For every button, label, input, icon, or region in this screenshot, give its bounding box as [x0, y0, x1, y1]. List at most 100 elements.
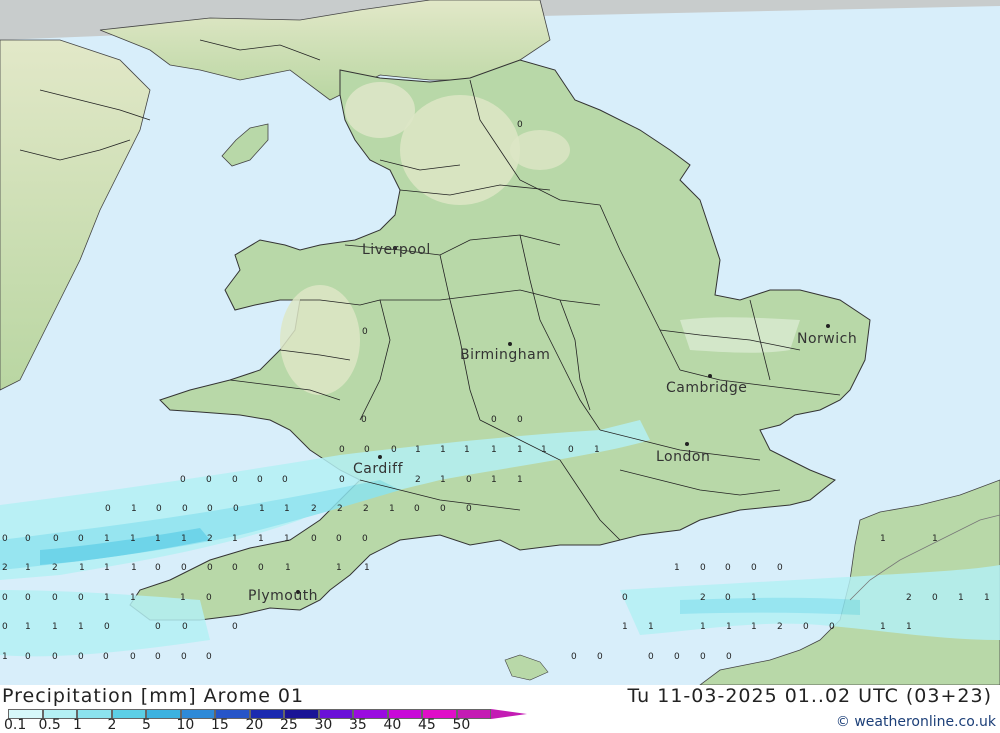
precip-value: 2	[906, 593, 912, 603]
precip-value: 0	[105, 504, 111, 514]
precip-value: 0	[182, 504, 188, 514]
precip-value: 0	[440, 504, 446, 514]
precip-value: 1	[79, 563, 85, 573]
precip-value: 2	[311, 504, 317, 514]
precip-value: 2	[52, 563, 58, 573]
precip-value: 0	[181, 652, 187, 662]
precip-value: 1	[52, 622, 58, 632]
legend-label: 25	[280, 717, 298, 733]
city-dot-norwich	[826, 324, 830, 328]
precip-value: 1	[491, 475, 497, 485]
precip-value: 2	[363, 504, 369, 514]
precip-value: 2	[2, 563, 8, 573]
precip-value: 1	[674, 563, 680, 573]
precip-value: 0	[517, 120, 523, 130]
legend-arrow	[491, 709, 527, 719]
legend-label: 35	[349, 717, 367, 733]
precip-value: 0	[362, 327, 368, 337]
precip-value: 1	[440, 475, 446, 485]
precip-value: 1	[984, 593, 990, 603]
city-label-norwich: Norwich	[797, 331, 858, 347]
legend-swatch	[146, 709, 181, 719]
precip-value: 1	[464, 445, 470, 455]
precip-value: 1	[491, 445, 497, 455]
precip-value: 1	[131, 504, 137, 514]
precip-value: 1	[258, 534, 264, 544]
city-label-birmingham: Birmingham	[460, 347, 551, 363]
precip-value: 0	[52, 593, 58, 603]
precip-value: 2	[777, 622, 783, 632]
legend-label: 0.1	[4, 717, 27, 733]
precip-value: 0	[725, 593, 731, 603]
precip-value: 1	[389, 504, 395, 514]
precip-value: 0	[571, 652, 577, 662]
precip-value: 1	[104, 534, 110, 544]
city-label-london: London	[656, 449, 711, 465]
precip-value: 0	[2, 593, 8, 603]
precip-value: 0	[180, 475, 186, 485]
precip-value: 1	[415, 445, 421, 455]
legend-label: 45	[418, 717, 436, 733]
city-dot-cambridge	[708, 374, 712, 378]
precip-value: 0	[777, 563, 783, 573]
precip-value: 0	[700, 563, 706, 573]
precip-value: 1	[104, 593, 110, 603]
map-title: Precipitation [mm] Arome 01	[2, 685, 305, 707]
precip-value: 1	[517, 445, 523, 455]
legend-label: 40	[383, 717, 402, 733]
precip-value: 0	[311, 534, 317, 544]
precip-value: 1	[880, 622, 886, 632]
city-dot-cardiff	[378, 455, 382, 459]
legend-label: 5	[142, 717, 151, 733]
precip-value: 1	[25, 563, 31, 573]
precip-value: 0	[206, 652, 212, 662]
city-label-liverpool: Liverpool	[362, 242, 431, 258]
precip-value: 1	[751, 593, 757, 603]
precip-value: 1	[180, 593, 186, 603]
precip-value: 0	[803, 622, 809, 632]
precip-value: 0	[207, 504, 213, 514]
precip-value: 1	[285, 563, 291, 573]
precip-value: 0	[339, 475, 345, 485]
precip-value: 1	[700, 622, 706, 632]
precipitation-map[interactable]: 0 0 0 0 0 0 0 0 1 1 1 1 1 1 0 1 0 0 0 0 0 0 2 1 0 1 1 0 1 0 0 0 0 1 1 2 2 2 1 0…	[0, 0, 1000, 685]
precip-value: 0	[232, 563, 238, 573]
precip-value: 0	[53, 534, 59, 544]
precip-value: 2	[415, 475, 421, 485]
precip-value: 0	[466, 504, 472, 514]
precip-value: 1	[880, 534, 886, 544]
precip-value: 1	[2, 652, 8, 662]
precip-value: 0	[206, 475, 212, 485]
legend-label: 10	[176, 717, 195, 733]
map-valid-time: Tu 11-03-2025 01..02 UTC (03+23)	[627, 685, 992, 707]
credit-link[interactable]: © weatheronline.co.uk	[836, 714, 996, 730]
precip-value: 0	[622, 593, 628, 603]
precip-value: 1	[78, 622, 84, 632]
precip-value: 0	[257, 475, 263, 485]
land-isle-of-man	[221, 123, 269, 167]
precip-value: 0	[336, 534, 342, 544]
precip-value: 0	[700, 652, 706, 662]
precip-value: 0	[233, 504, 239, 514]
precip-value: 1	[517, 475, 523, 485]
map-footer: Precipitation [mm] Arome 01 Tu 11-03-202…	[0, 685, 1000, 733]
city-dot-birmingham	[508, 342, 512, 346]
highland-wales	[280, 285, 360, 395]
precip-value: 1	[284, 534, 290, 544]
precip-value: 0	[829, 622, 835, 632]
legend-label: 1	[73, 717, 82, 733]
city-label-plymouth: Plymouth	[248, 588, 319, 604]
precip-value: 0	[751, 563, 757, 573]
precip-value: 0	[78, 534, 84, 544]
precip-value: 1	[726, 622, 732, 632]
precip-value: 0	[78, 593, 84, 603]
highland-pennines	[400, 95, 520, 205]
legend-label: 15	[211, 717, 229, 733]
precip-value: 1	[594, 445, 600, 455]
city-label-cardiff: Cardiff	[353, 461, 403, 477]
legend-label: 2	[107, 717, 117, 733]
precip-value: 0	[104, 622, 110, 632]
precip-value: 0	[648, 652, 654, 662]
precip-value: 2	[337, 504, 343, 514]
legend-label: 0.5	[38, 717, 61, 733]
